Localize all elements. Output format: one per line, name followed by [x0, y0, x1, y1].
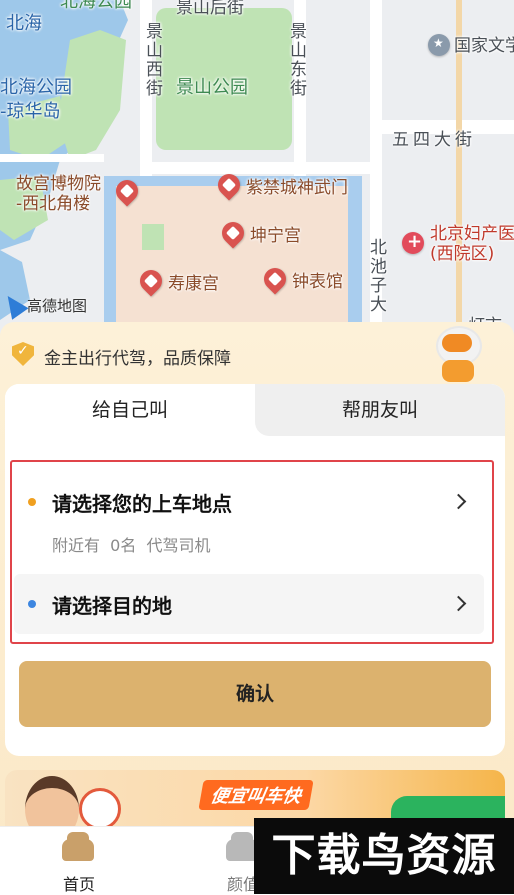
map-label-wusi-street: 五四大街	[392, 130, 476, 150]
amap-logo-text: 高德地图	[27, 296, 88, 315]
pickup-dot-icon	[28, 498, 36, 506]
hospital-pin-icon[interactable]	[402, 231, 424, 254]
map-label-jingshan-back-street: 景山后街	[176, 0, 244, 18]
map-label-beichizi: 北池子大	[366, 238, 386, 314]
pickup-title: 请选择您的上车地点	[52, 492, 232, 516]
landmark-pin-icon[interactable]	[428, 34, 450, 56]
destination-row[interactable]: 请选择目的地	[14, 574, 484, 634]
map-label-jingshan-east-street: 景山东街	[286, 22, 306, 98]
destination-title: 请选择目的地	[52, 594, 172, 618]
nav-home-label: 首页	[62, 875, 95, 894]
map-label-beihai: 北海	[6, 13, 42, 34]
nav-home[interactable]: 首页	[24, 827, 134, 895]
booking-tabs: 给自己叫 帮朋友叫	[5, 384, 505, 436]
chevron-right-icon	[450, 493, 467, 510]
order-panel: 金主出行代驾，品质保障 给自己叫 帮朋友叫 请选择您的上车地点 附近有 0名 代…	[0, 322, 514, 842]
map-label-shenwu-gate: 紫禁城神武门	[246, 178, 348, 198]
navigation-arrow-icon	[0, 290, 29, 320]
chevron-right-icon	[450, 595, 467, 612]
pickup-location-row[interactable]: 请选择您的上车地点 附近有 0名 代驾司机	[14, 468, 484, 568]
service-banner: 金主出行代驾，品质保障	[0, 322, 514, 384]
map-label-shoukang-palace: 寿康宫	[168, 274, 219, 294]
map-label-clock-hall: 钟表馆	[292, 272, 343, 292]
map-label-beihai-top: 北海公园	[60, 0, 132, 12]
map-label-jingshan-west-street: 景山西街	[142, 22, 162, 98]
map-label-kunning-palace: 坤宁宫	[250, 226, 301, 246]
shield-check-icon	[12, 342, 34, 366]
promo-badge: 便宜叫车快	[198, 780, 314, 810]
cartoon-boy-icon	[25, 776, 79, 830]
map-label-jingshan-park: 景山公园	[176, 77, 248, 98]
map-label-palace-corner: 故宫博物院 -西北角楼	[16, 174, 101, 214]
destination-dot-icon	[28, 600, 36, 608]
alarm-clock-icon	[79, 788, 121, 830]
watermark: 下载鸟资源	[254, 818, 514, 894]
confirm-button[interactable]: 确认	[19, 661, 491, 727]
car-icon	[62, 832, 94, 861]
astronaut-mascot-icon	[428, 326, 488, 384]
map-label-hospital: 北京妇产医 (西院区)	[430, 224, 514, 264]
map-view[interactable]: 北海公园 北海 景山后街 景山西街 景山公园 景山东街 国家文学 北海公园 -琼…	[0, 0, 514, 340]
amap-logo: 高德地图	[0, 290, 88, 320]
tab-for-self[interactable]: 给自己叫	[5, 384, 255, 436]
banner-text: 金主出行代驾，品质保障	[44, 349, 231, 369]
nearby-drivers-text: 附近有 0名 代驾司机	[52, 536, 211, 555]
map-label-national-art: 国家文学	[454, 36, 514, 56]
booking-card: 给自己叫 帮朋友叫 请选择您的上车地点 附近有 0名 代驾司机 请选择目的地 确…	[5, 384, 505, 756]
location-selector-box: 请选择您的上车地点 附近有 0名 代驾司机 请选择目的地	[10, 460, 494, 644]
tab-for-friend[interactable]: 帮朋友叫	[255, 384, 505, 436]
map-label-beihai-island: 北海公园 -琼华岛	[0, 77, 72, 122]
